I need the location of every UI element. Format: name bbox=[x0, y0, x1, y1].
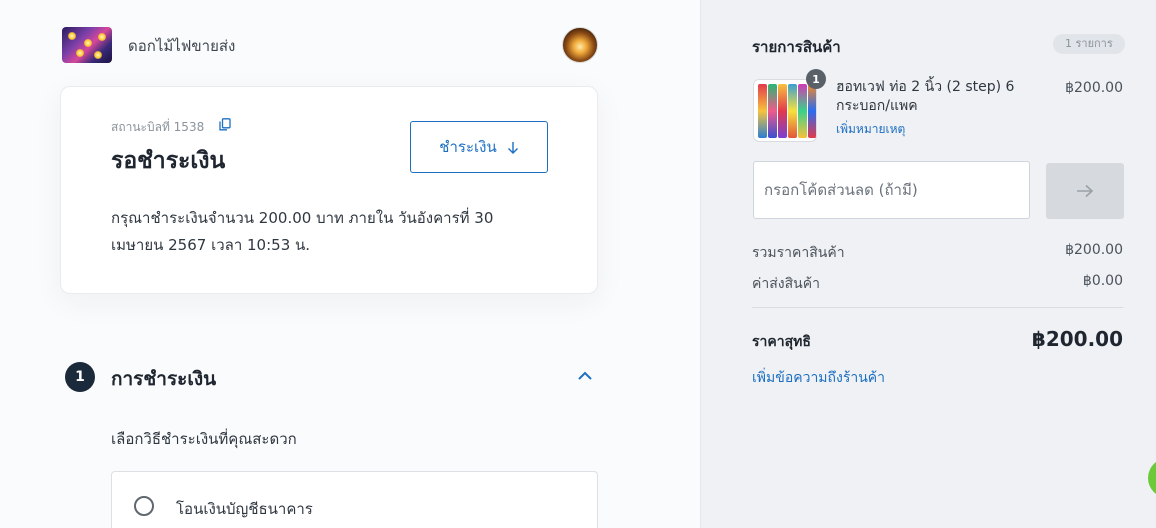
thumb-tube bbox=[808, 84, 816, 138]
payment-method-radio[interactable] bbox=[134, 496, 154, 516]
thumb-tube bbox=[788, 84, 797, 138]
subtotal-label: รวมราคาสินค้า bbox=[752, 245, 845, 261]
product-thumbnail bbox=[753, 79, 817, 142]
order-number: สถานะบิลที่ 1538 bbox=[111, 120, 205, 134]
arrow-down-icon bbox=[507, 141, 518, 154]
apply-discount-button[interactable] bbox=[1046, 163, 1124, 219]
order-status-card: สถานะบิลที่ 1538 รอชำระเงิน ชำระเงิน กรุ… bbox=[60, 86, 598, 294]
order-summary-panel: รายการสินค้า 1 รายการ 1 ฮอทเวฟ ท่อ 2 นิ้… bbox=[700, 0, 1156, 528]
payment-method-prompt: เลือกวิธีชำระเงินที่คุณสะดวก bbox=[111, 430, 297, 448]
discount-code-input[interactable] bbox=[753, 161, 1030, 219]
pay-button[interactable]: ชำระเงิน bbox=[410, 121, 548, 173]
order-status-title: รอชำระเงิน bbox=[111, 148, 226, 174]
quantity-badge: 1 bbox=[806, 69, 826, 89]
shipping-value: ฿0.00 bbox=[1082, 273, 1123, 289]
thumb-tube bbox=[768, 84, 777, 138]
product-price: ฿200.00 bbox=[1065, 80, 1123, 96]
add-store-message-link[interactable]: เพิ่มข้อความถึงร้านค้า bbox=[752, 367, 885, 389]
item-count-badge: 1 รายการ bbox=[1053, 34, 1125, 54]
pay-button-label: ชำระเงิน bbox=[439, 139, 497, 156]
subtotal-value: ฿200.00 bbox=[1065, 242, 1123, 258]
copy-icon[interactable] bbox=[219, 118, 231, 131]
chevron-up-icon[interactable] bbox=[577, 370, 593, 382]
logo-spark bbox=[98, 33, 106, 41]
payment-section-title: การชำระเงิน bbox=[111, 368, 217, 390]
logo-spark bbox=[68, 32, 76, 40]
logo-spark bbox=[84, 39, 92, 47]
total-label: ราคาสุทธิ bbox=[752, 334, 811, 350]
payment-method-option[interactable]: โอนเงินบัญชีธนาคาร bbox=[111, 471, 598, 528]
logo-spark bbox=[76, 49, 84, 57]
thumb-tube bbox=[798, 84, 807, 138]
total-value: ฿200.00 bbox=[1031, 327, 1123, 351]
user-avatar[interactable] bbox=[562, 27, 598, 63]
summary-title: รายการสินค้า bbox=[752, 38, 841, 56]
step-number-badge: 1 bbox=[65, 362, 95, 392]
shipping-label: ค่าส่งสินค้า bbox=[752, 276, 820, 292]
summary-divider bbox=[752, 307, 1123, 308]
payment-method-label: โอนเงินบัญชีธนาคาร bbox=[176, 500, 313, 518]
add-note-link[interactable]: เพิ่มหมายเหตุ bbox=[836, 120, 905, 139]
thumb-tube bbox=[778, 84, 787, 138]
store-name: ดอกไม้ไฟขายส่ง bbox=[128, 37, 236, 55]
payment-deadline-text: กรุณาชำระเงินจำนวน 200.00 บาท ภายใน วันอ… bbox=[111, 209, 494, 254]
logo-spark bbox=[94, 51, 102, 59]
checkout-main-panel: ดอกไม้ไฟขายส่ง สถานะบิลที่ 1538 รอชำระเง… bbox=[0, 0, 700, 528]
arrow-right-icon bbox=[1077, 184, 1094, 198]
thumb-tube bbox=[758, 84, 767, 138]
store-logo[interactable] bbox=[62, 27, 112, 63]
